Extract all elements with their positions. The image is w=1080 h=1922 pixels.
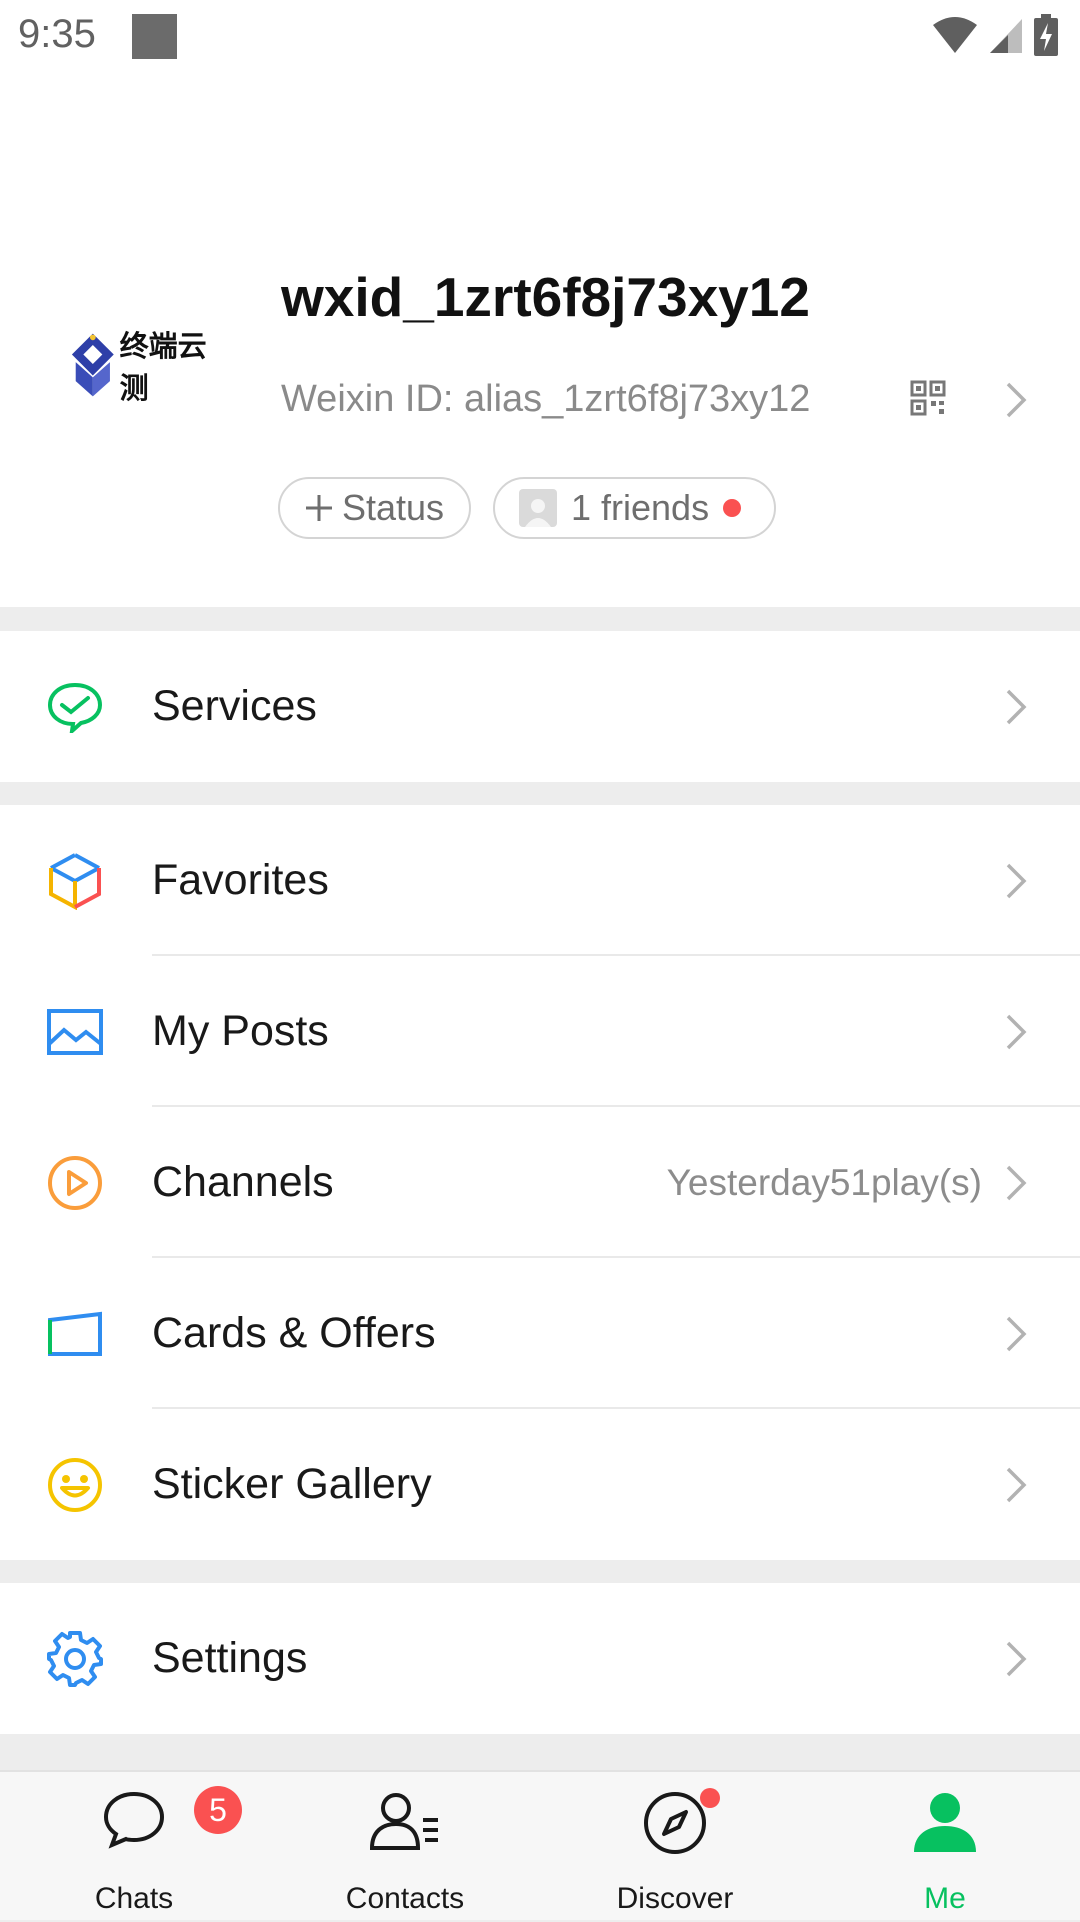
weixin-id: Weixin ID: alias_1zrt6f8j73xy12: [281, 378, 811, 420]
friends-button-label: 1 friends: [571, 487, 710, 528]
new-dot-indicator: [723, 499, 742, 517]
chat-bubble-icon: [103, 1791, 165, 1849]
bottom-tab-bar: 5 Chats Contacts Discover Me: [0, 1770, 1080, 1920]
cards-offers-label: Cards & Offers: [152, 1309, 436, 1357]
menu-item-favorites[interactable]: Favorites: [0, 805, 1080, 956]
tab-chats[interactable]: 5 Chats: [44, 1772, 242, 1922]
favorites-label: Favorites: [152, 856, 329, 904]
chevron-right-icon: [1006, 1641, 1027, 1676]
plus-icon: [306, 495, 332, 521]
friends-status-button[interactable]: 1 friends: [493, 477, 776, 539]
chevron-right-icon: [1006, 863, 1027, 898]
tab-label-contacts: Contacts: [345, 1882, 465, 1915]
cell-signal-icon: [990, 19, 1022, 53]
chevron-right-icon: [1006, 1165, 1027, 1200]
favorites-cube-icon: [46, 852, 104, 910]
chevron-right-icon: [1006, 1467, 1027, 1502]
logo-text: 终端云测: [119, 331, 207, 405]
settings-gear-icon: [46, 1630, 104, 1688]
battery-charging-icon: [1034, 14, 1058, 56]
menu-item-cards-offers[interactable]: Cards & Offers: [0, 1258, 1080, 1409]
tab-contacts[interactable]: Contacts: [315, 1772, 495, 1922]
channels-play-icon: [46, 1154, 104, 1212]
services-group: Services: [0, 631, 1080, 782]
avatar[interactable]: 终端云测: [70, 290, 230, 440]
notification-icon: [132, 14, 177, 59]
discover-new-dot: [700, 1788, 720, 1808]
cards-wallet-icon: [46, 1305, 104, 1363]
status-time: 9:35: [18, 12, 96, 56]
wifi-icon: [933, 17, 977, 53]
status-button-label: Status: [342, 487, 445, 528]
logo-icon: [71, 333, 114, 397]
tab-discover[interactable]: Discover: [585, 1772, 765, 1922]
services-icon: [46, 678, 104, 736]
sticker-smiley-icon: [46, 1456, 104, 1514]
chevron-right-icon: [1006, 382, 1027, 418]
chevron-right-icon: [1006, 1014, 1027, 1049]
features-group: Favorites My Posts Channels Yesterday51p…: [0, 805, 1080, 1560]
tab-label-chats: Chats: [94, 1882, 174, 1915]
channels-label: Channels: [152, 1158, 334, 1206]
settings-label: Settings: [152, 1634, 308, 1682]
posts-image-icon: [46, 1003, 104, 1061]
add-status-button[interactable]: Status: [278, 477, 471, 539]
profile-header[interactable]: 终端云测 wxid_1zrt6f8j73xy12 Weixin ID: alia…: [0, 75, 1080, 607]
profile-nickname: wxid_1zrt6f8j73xy12: [281, 266, 810, 328]
status-icons: [932, 14, 1058, 56]
tab-label-me: Me: [924, 1882, 966, 1915]
tab-me[interactable]: Me: [855, 1772, 1035, 1922]
channels-plays-info: Yesterday51play(s): [666, 1161, 982, 1203]
person-icon: [914, 1793, 976, 1852]
menu-item-channels[interactable]: Channels Yesterday51play(s): [0, 1107, 1080, 1258]
menu-item-sticker-gallery[interactable]: Sticker Gallery: [0, 1409, 1080, 1560]
menu-item-my-posts[interactable]: My Posts: [0, 956, 1080, 1107]
sticker-gallery-label: Sticker Gallery: [152, 1460, 432, 1508]
compass-icon: [644, 1792, 706, 1854]
menu-item-services[interactable]: Services: [0, 631, 1080, 782]
settings-group: Settings: [0, 1583, 1080, 1734]
chevron-right-icon: [1006, 1316, 1027, 1351]
friend-avatar-icon: [519, 489, 557, 527]
chevron-right-icon: [1006, 689, 1027, 724]
my-posts-label: My Posts: [152, 1007, 329, 1055]
menu-item-settings[interactable]: Settings: [0, 1583, 1080, 1734]
services-label: Services: [152, 682, 317, 730]
qr-code-icon[interactable]: [910, 380, 946, 416]
tab-label-discover: Discover: [616, 1882, 734, 1915]
status-bar: 9:35: [0, 0, 1080, 75]
contacts-icon: [369, 1793, 438, 1850]
unread-badge: 5: [194, 1786, 242, 1834]
